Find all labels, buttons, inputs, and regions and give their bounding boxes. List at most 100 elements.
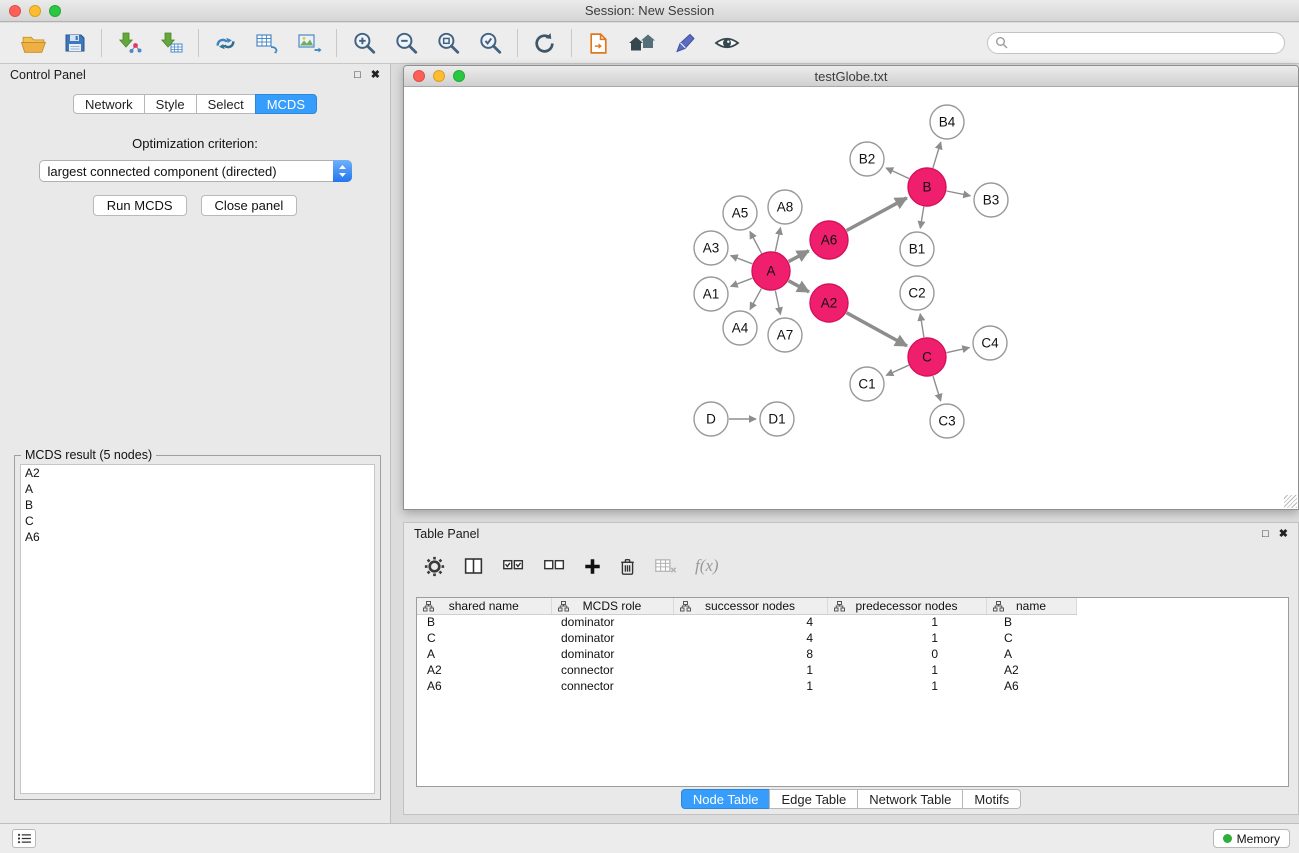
edge-A-A4[interactable]	[750, 289, 761, 310]
tab-node-table[interactable]: Node Table	[681, 789, 771, 809]
show-graphics-details-icon[interactable]	[713, 31, 741, 55]
edge-C-C2[interactable]	[920, 314, 924, 338]
open-session-icon[interactable]	[20, 31, 47, 56]
tab-select[interactable]: Select	[196, 94, 256, 114]
column-header-name[interactable]: name	[986, 598, 1076, 614]
edge-C-C3[interactable]	[933, 376, 941, 401]
tab-network[interactable]: Network	[73, 94, 145, 114]
node-A2[interactable]: A2	[810, 284, 848, 322]
column-header-predecessor-nodes[interactable]: predecessor nodes	[827, 598, 986, 614]
edge-A-A3[interactable]	[731, 256, 753, 264]
run-mcds-button[interactable]: Run MCDS	[93, 195, 187, 216]
node-B3[interactable]: B3	[974, 183, 1008, 217]
node-A4[interactable]: A4	[723, 311, 757, 345]
delete-column-icon[interactable]	[619, 557, 636, 576]
delete-table-icon[interactable]	[654, 557, 677, 575]
mcds-result-item[interactable]: C	[21, 513, 374, 529]
zoom-out-icon[interactable]	[393, 30, 419, 56]
mcds-result-item[interactable]: A2	[21, 465, 374, 481]
column-header-MCDS-role[interactable]: MCDS role	[551, 598, 673, 614]
column-header-shared-name[interactable]: shared name	[417, 598, 551, 614]
edge-A-A8[interactable]	[775, 228, 780, 252]
node-C2[interactable]: C2	[900, 276, 934, 310]
node-A[interactable]: A	[752, 252, 790, 290]
resize-handle[interactable]	[1284, 495, 1297, 508]
tab-style[interactable]: Style	[144, 94, 197, 114]
edge-A-A1[interactable]	[731, 278, 753, 286]
network-window-titlebar[interactable]: testGlobe.txt	[404, 66, 1298, 87]
node-A3[interactable]: A3	[694, 231, 728, 265]
table-row[interactable]: A2connector11A2	[417, 662, 1288, 678]
table-row[interactable]: A6connector11A6	[417, 678, 1288, 694]
mcds-result-item[interactable]: A6	[21, 529, 374, 545]
export-image-icon[interactable]	[296, 31, 322, 55]
node-D[interactable]: D	[694, 402, 728, 436]
edge-A-A5[interactable]	[750, 232, 762, 254]
column-header-successor-nodes[interactable]: successor nodes	[673, 598, 827, 614]
table-row[interactable]: Cdominator41C	[417, 630, 1288, 646]
import-network-from-database-icon[interactable]	[213, 31, 238, 56]
edge-C-C4[interactable]	[947, 348, 970, 353]
import-table-from-database-icon[interactable]	[254, 31, 280, 55]
show-columns-icon[interactable]	[463, 556, 484, 576]
export-document-icon[interactable]	[586, 31, 611, 56]
edge-A-A6[interactable]	[789, 251, 809, 262]
table-settings-gear-icon[interactable]	[424, 556, 445, 577]
memory-button[interactable]: Memory	[1213, 829, 1290, 848]
edge-A-A2[interactable]	[789, 281, 809, 292]
mcds-result-item[interactable]: A	[21, 481, 374, 497]
node-A8[interactable]: A8	[768, 190, 802, 224]
node-B[interactable]: B	[908, 168, 946, 206]
select-all-icon[interactable]	[502, 557, 525, 575]
tab-edge-table[interactable]: Edge Table	[769, 789, 858, 809]
node-C3[interactable]: C3	[930, 404, 964, 438]
node-A7[interactable]: A7	[768, 318, 802, 352]
unselect-all-icon[interactable]	[543, 557, 566, 575]
save-session-icon[interactable]	[63, 31, 87, 55]
zoom-selected-icon[interactable]	[477, 30, 503, 56]
function-builder-icon[interactable]: f(x)	[695, 556, 719, 576]
apply-layout-icon[interactable]	[532, 31, 557, 56]
node-B2[interactable]: B2	[850, 142, 884, 176]
float-table-panel-icon[interactable]: □	[1262, 529, 1269, 540]
search-input[interactable]	[987, 32, 1285, 54]
edge-B-B1[interactable]	[920, 207, 924, 229]
mcds-result-list[interactable]: A2ABCA6	[20, 464, 375, 794]
edge-C-C1[interactable]	[886, 365, 909, 375]
node-B1[interactable]: B1	[900, 232, 934, 266]
edge-B-B3[interactable]	[947, 191, 971, 196]
node-B4[interactable]: B4	[930, 105, 964, 139]
task-history-button[interactable]	[12, 829, 36, 848]
edge-A-A7[interactable]	[775, 291, 780, 315]
close-table-panel-icon[interactable]: ✖	[1279, 529, 1288, 540]
float-panel-icon[interactable]: □	[354, 70, 361, 81]
table-row[interactable]: Bdominator41B	[417, 614, 1288, 630]
add-column-icon[interactable]	[584, 558, 601, 575]
criterion-dropdown[interactable]: largest connected component (directed)	[39, 160, 352, 182]
annotation-pen-icon[interactable]	[673, 31, 697, 55]
node-C4[interactable]: C4	[973, 326, 1007, 360]
zoom-fit-icon[interactable]	[435, 30, 461, 56]
close-panel-icon[interactable]: ✖	[371, 70, 380, 81]
table-row[interactable]: Adominator80A	[417, 646, 1288, 662]
edge-A6-B[interactable]	[847, 198, 907, 231]
import-table-from-file-icon[interactable]	[158, 31, 184, 55]
cytoscape-home-icon[interactable]	[627, 31, 657, 55]
import-network-from-file-icon[interactable]	[116, 31, 142, 55]
tab-motifs[interactable]: Motifs	[962, 789, 1021, 809]
network-canvas[interactable]: B4 B2 B B3 A5 A8A6 A3 B1 A A1 C2 A2 A4 A7 C C4 C1 C3 D D1	[404, 88, 1298, 509]
tab-mcds[interactable]: MCDS	[255, 94, 317, 114]
mcds-result-item[interactable]: B	[21, 497, 374, 513]
node-A6[interactable]: A6	[810, 221, 848, 259]
node-C1[interactable]: C1	[850, 367, 884, 401]
close-panel-button[interactable]: Close panel	[201, 195, 298, 216]
node-C[interactable]: C	[908, 338, 946, 376]
edge-A2-C[interactable]	[847, 313, 907, 346]
tab-network-table[interactable]: Network Table	[857, 789, 963, 809]
edge-B-B4[interactable]	[933, 142, 941, 168]
edge-B-B2[interactable]	[886, 168, 909, 179]
zoom-in-icon[interactable]	[351, 30, 377, 56]
node-A5[interactable]: A5	[723, 196, 757, 230]
node-D1[interactable]: D1	[760, 402, 794, 436]
node-A1[interactable]: A1	[694, 277, 728, 311]
